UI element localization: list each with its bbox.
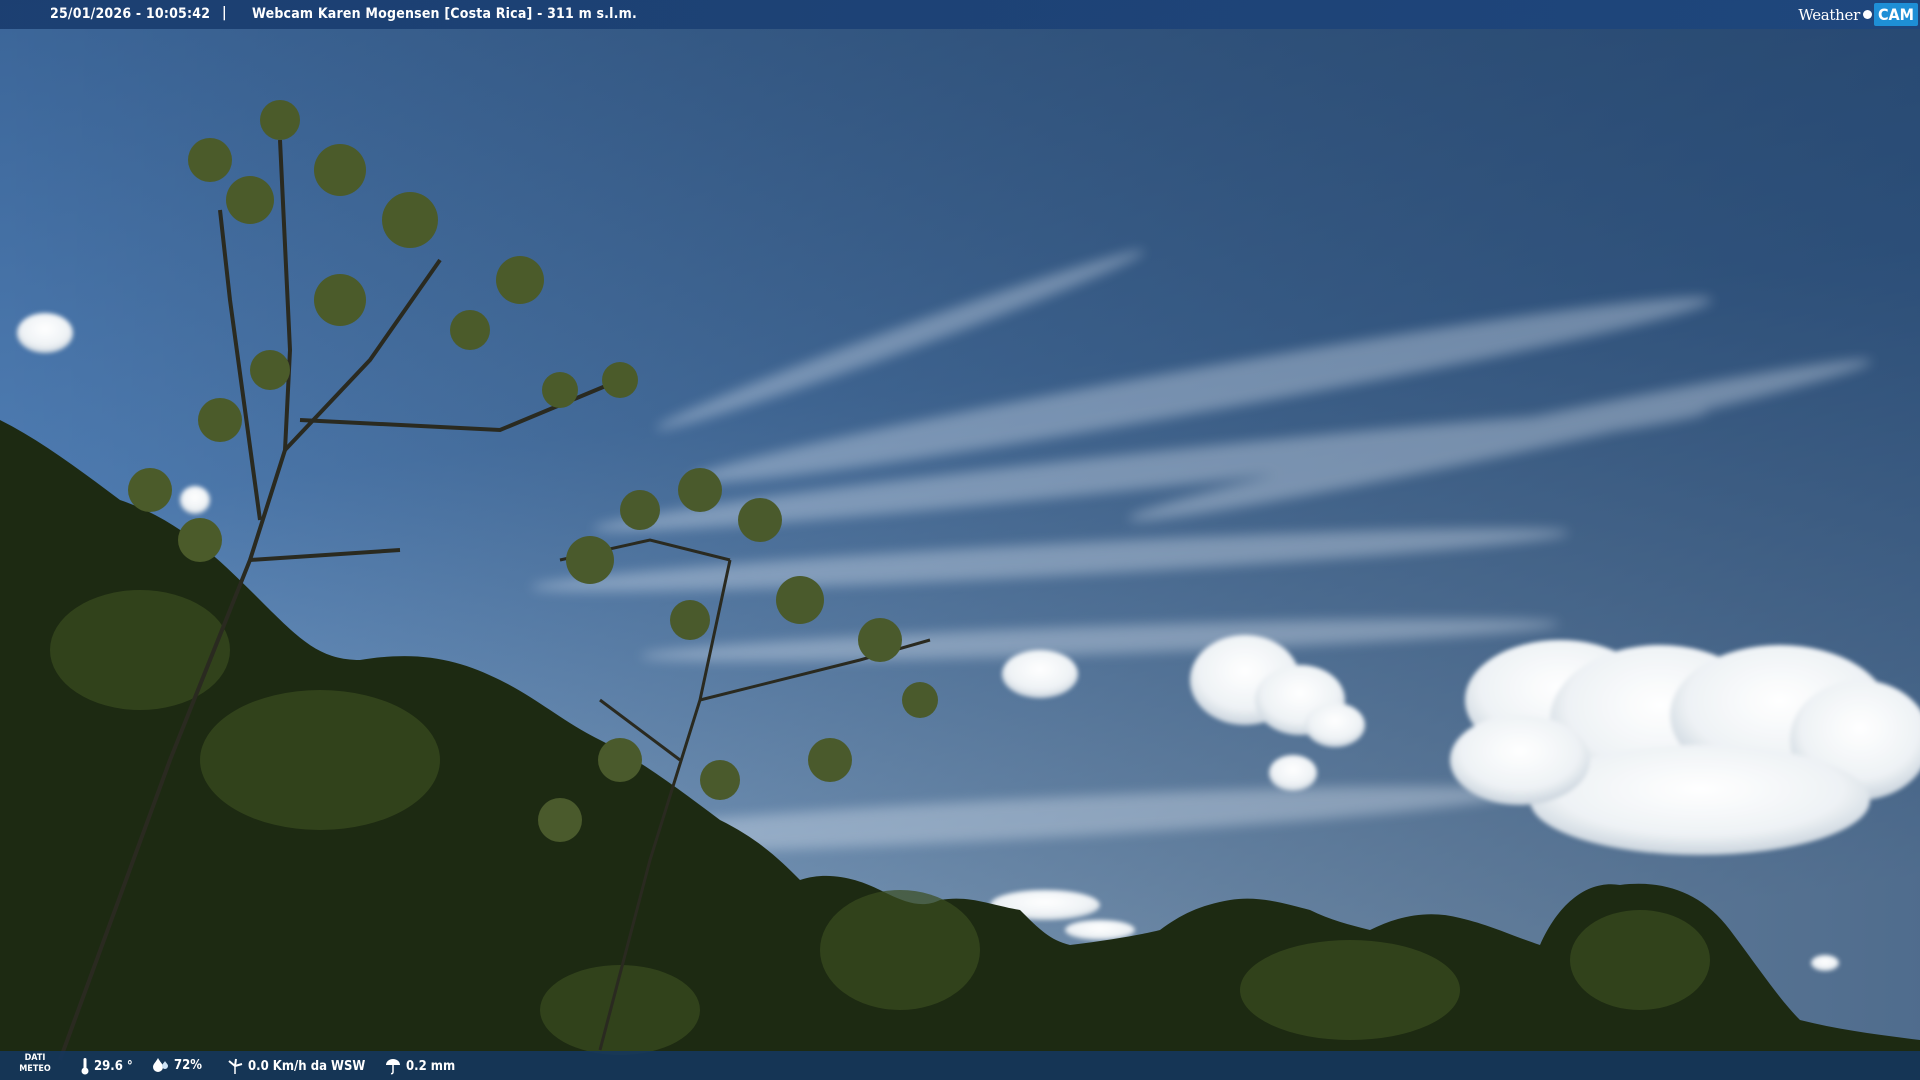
rain-value: 0.2 mm bbox=[406, 1058, 456, 1074]
top-info-bar: 25/01/2026 - 10:05:42 | Webcam Karen Mog… bbox=[0, 0, 1920, 29]
webcam-scene bbox=[0, 0, 1920, 1080]
cloud-small-2 bbox=[1269, 755, 1317, 791]
temperature-reading: 29.6 ° bbox=[80, 1057, 133, 1075]
timestamp: 25/01/2026 - 10:05:42 bbox=[50, 6, 211, 22]
cloud-right-small bbox=[1811, 955, 1839, 971]
wind-icon bbox=[228, 1058, 243, 1074]
humidity-reading: 72% bbox=[152, 1057, 202, 1073]
dati-label: DATI bbox=[24, 1053, 46, 1063]
bottom-weather-bar: DATI METEO 29.6 ° 72% 0.0 Km/h da WSW 0.… bbox=[0, 1051, 1920, 1080]
rain-icon bbox=[386, 1059, 400, 1075]
humidity-drop-icon bbox=[153, 1058, 168, 1072]
temperature-value: 29.6 ° bbox=[94, 1058, 133, 1074]
logo-cam-text: CAM bbox=[1873, 3, 1918, 26]
wind-reading: 0.0 Km/h da WSW bbox=[226, 1057, 365, 1075]
dati-meteo-label: DATI METEO bbox=[14, 1053, 56, 1075]
wind-value: 0.0 Km/h da WSW bbox=[248, 1058, 366, 1074]
cloud-low-2 bbox=[1065, 920, 1135, 940]
weathercam-logo: Weather CAM bbox=[1798, 2, 1918, 27]
logo-weather-text: Weather bbox=[1798, 5, 1860, 24]
cloud-left bbox=[17, 313, 73, 353]
title-separator: | bbox=[222, 5, 227, 21]
meteo-label: METEO bbox=[19, 1064, 51, 1074]
humidity-value: 72% bbox=[174, 1057, 202, 1073]
webcam-title: Webcam Karen Mogensen [Costa Rica] - 311… bbox=[252, 6, 637, 22]
thermometer-icon bbox=[81, 1058, 89, 1075]
cloud-small-1 bbox=[1002, 650, 1078, 698]
cloud-left-2 bbox=[180, 486, 210, 514]
rain-reading: 0.2 mm bbox=[384, 1057, 455, 1075]
logo-dot-icon bbox=[1862, 10, 1872, 19]
